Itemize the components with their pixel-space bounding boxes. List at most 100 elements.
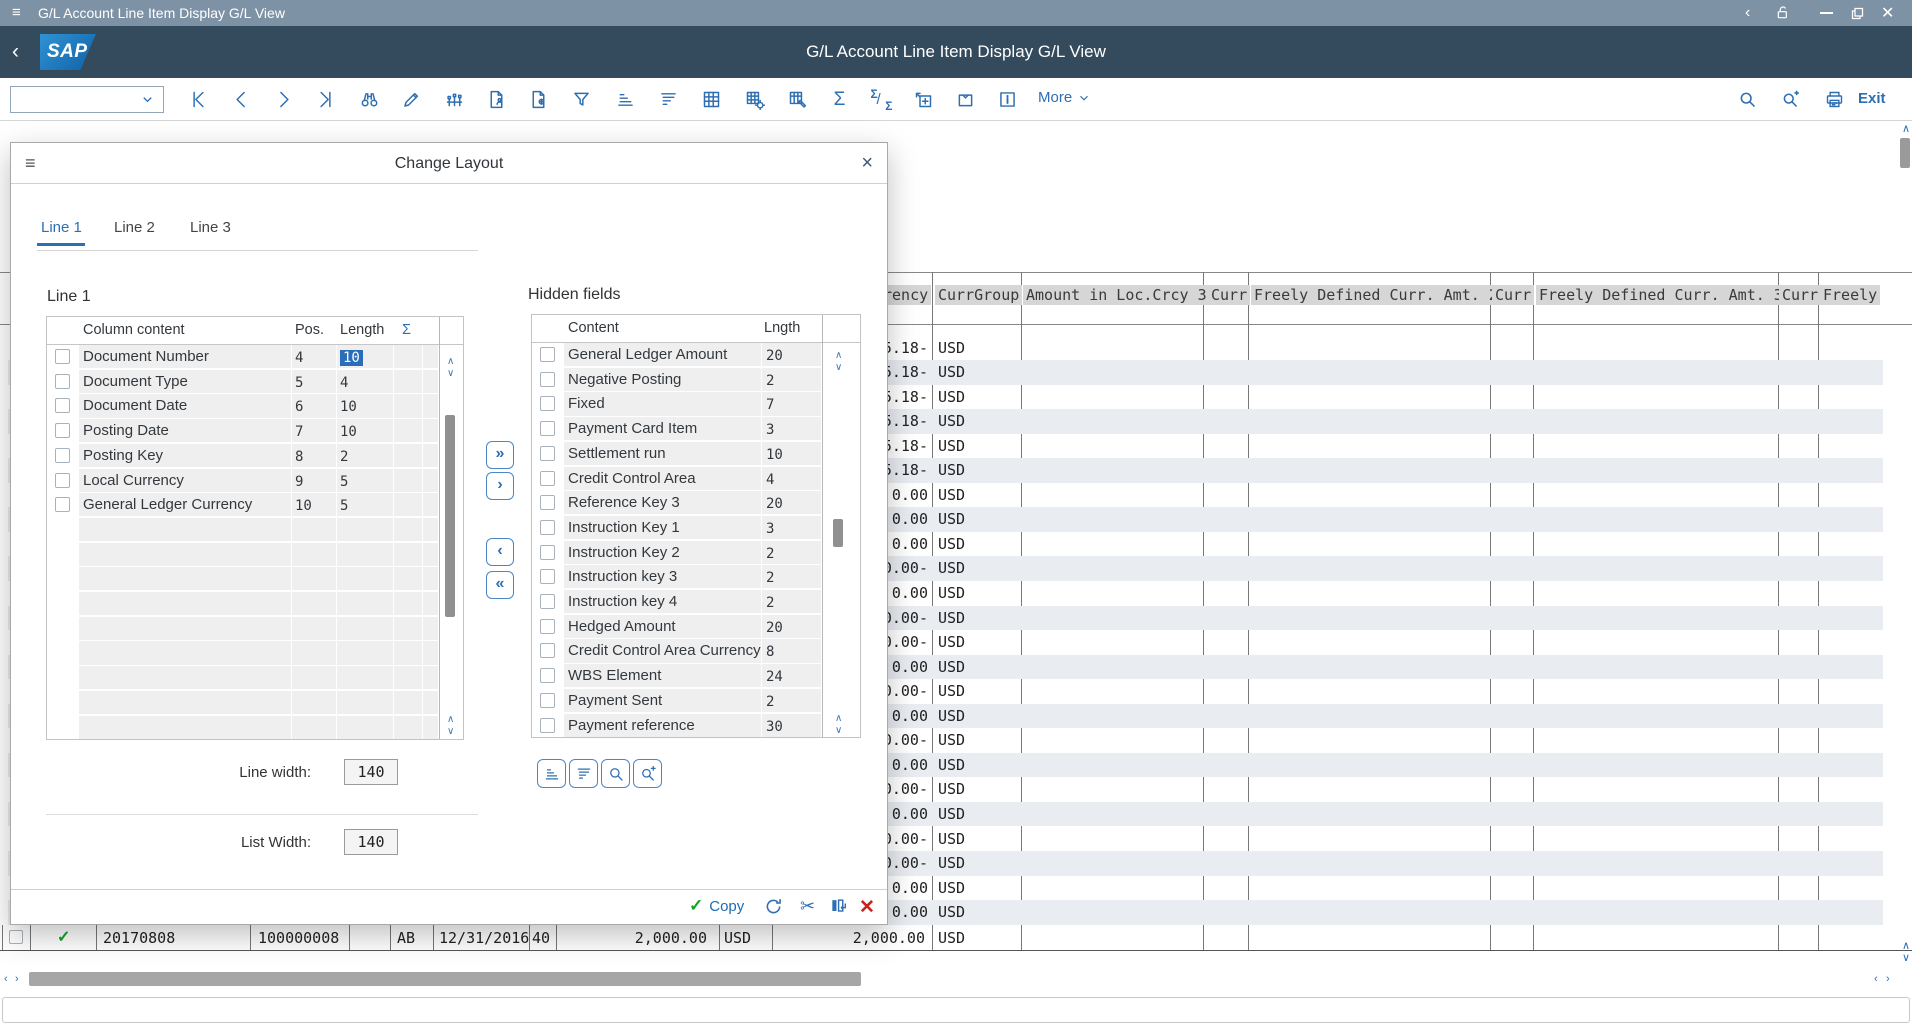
first-page-icon[interactable]: [185, 86, 212, 113]
horizontal-scrollbar[interactable]: [29, 972, 861, 986]
collapse-icon[interactable]: ‹: [1745, 0, 1750, 26]
row-checkbox[interactable]: [9, 930, 23, 944]
next-page-icon[interactable]: [270, 86, 297, 113]
sort-descending-icon[interactable]: [655, 86, 682, 113]
unlock-icon[interactable]: [1775, 0, 1791, 26]
cut-button[interactable]: ✂: [800, 896, 815, 917]
display-variant-icon[interactable]: [441, 86, 468, 113]
table-settings-icon[interactable]: [741, 86, 768, 113]
close-icon[interactable]: ✕: [1881, 0, 1894, 26]
refresh-button[interactable]: [763, 896, 784, 917]
row-checkbox[interactable]: [540, 446, 555, 461]
length-value[interactable]: 10: [340, 399, 357, 415]
pos-value[interactable]: 5: [295, 375, 303, 391]
search-icon[interactable]: [1734, 86, 1761, 113]
scroll-up-icon[interactable]: ∧: [1902, 941, 1910, 952]
column-header[interactable]: Curr: [1492, 286, 1534, 304]
pos-value[interactable]: 9: [295, 474, 303, 490]
row-checkbox[interactable]: [540, 372, 555, 387]
row-checkbox[interactable]: [55, 473, 70, 488]
column-header-sum-icon[interactable]: Σ: [402, 322, 411, 338]
scroll-down-icon[interactable]: ∨: [447, 727, 454, 737]
move-left-button[interactable]: ‹: [486, 538, 514, 566]
row-checkbox[interactable]: [55, 448, 70, 463]
scroll-down-icon[interactable]: ∨: [835, 726, 842, 736]
row-checkbox[interactable]: [55, 374, 70, 389]
pos-value[interactable]: 4: [295, 350, 303, 366]
more-button[interactable]: More: [1038, 89, 1091, 106]
accept-entry-icon[interactable]: [952, 86, 979, 113]
row-checkbox[interactable]: [540, 693, 555, 708]
restore-icon[interactable]: [1850, 0, 1865, 26]
row-checkbox[interactable]: [540, 495, 555, 510]
length-value[interactable]: 2: [340, 449, 348, 465]
scroll-up-icon[interactable]: ∧: [447, 715, 454, 725]
row-checkbox[interactable]: [540, 421, 555, 436]
pos-value[interactable]: 8: [295, 449, 303, 465]
length-value[interactable]: 5: [340, 474, 348, 490]
scroll-down-icon[interactable]: ∨: [1902, 953, 1910, 964]
table-scrollbar[interactable]: [445, 415, 455, 617]
search-button[interactable]: [601, 759, 630, 788]
tab-line-1[interactable]: Line 1: [41, 219, 82, 236]
sum-icon[interactable]: Σ: [826, 86, 853, 113]
menu-icon[interactable]: ≡: [12, 4, 21, 22]
edit-icon[interactable]: [398, 86, 425, 113]
scroll-up-icon[interactable]: ∧: [835, 714, 842, 724]
pos-value[interactable]: 10: [295, 498, 312, 514]
move-all-right-button[interactable]: »: [486, 441, 514, 469]
table-layout-icon[interactable]: [784, 86, 811, 113]
sort-ascending-button[interactable]: [537, 759, 566, 788]
column-header[interactable]: Amount in Loc.Crcy 3: [1023, 286, 1210, 304]
scroll-down-icon[interactable]: ∨: [447, 369, 454, 379]
pos-value[interactable]: 6: [295, 399, 303, 415]
print-icon[interactable]: [1821, 86, 1848, 113]
length-value[interactable]: 10: [340, 350, 363, 366]
file-export-icon[interactable]: [483, 86, 510, 113]
subtotal-icon[interactable]: Σ/Σ: [868, 86, 895, 113]
sort-descending-button[interactable]: [569, 759, 598, 788]
row-checkbox[interactable]: [540, 668, 555, 683]
column-header[interactable]: Curr: [1779, 286, 1821, 304]
file-send-icon[interactable]: [525, 86, 552, 113]
copy-button[interactable]: ✓ Copy: [689, 896, 744, 916]
length-value[interactable]: 5: [340, 498, 348, 514]
info-icon[interactable]: [994, 86, 1021, 113]
row-checkbox[interactable]: [540, 471, 555, 486]
row-checkbox[interactable]: [540, 594, 555, 609]
column-header[interactable]: Curr: [1208, 286, 1250, 304]
row-checkbox[interactable]: [540, 545, 555, 560]
row-checkbox[interactable]: [55, 398, 70, 413]
minimize-icon[interactable]: [1820, 0, 1833, 26]
search-more-icon[interactable]: [1777, 86, 1804, 113]
find-icon[interactable]: [356, 86, 383, 113]
move-right-button[interactable]: ›: [486, 472, 514, 500]
row-checkbox[interactable]: [540, 619, 555, 634]
row-checkbox[interactable]: [540, 569, 555, 584]
row-checkbox[interactable]: [55, 497, 70, 512]
tab-line-2[interactable]: Line 2: [114, 219, 155, 236]
last-page-icon[interactable]: [312, 86, 339, 113]
spreadsheet-icon[interactable]: [698, 86, 725, 113]
row-checkbox[interactable]: [540, 347, 555, 362]
column-header[interactable]: Freely Defined Curr. Amt. 3: [1536, 286, 1786, 304]
scroll-right-icon[interactable]: ›: [1886, 974, 1890, 985]
scroll-right-icon[interactable]: ›: [15, 974, 19, 985]
paste-columns-button[interactable]: [829, 896, 849, 916]
scroll-up-icon[interactable]: ∧: [447, 357, 454, 367]
sort-ascending-icon[interactable]: [612, 86, 639, 113]
column-header[interactable]: Freely Defined Curr. Amt. 2: [1251, 286, 1501, 304]
row-checkbox[interactable]: [540, 643, 555, 658]
column-header[interactable]: Freely: [1820, 286, 1880, 304]
row-checkbox[interactable]: [540, 396, 555, 411]
move-all-left-button[interactable]: «: [486, 571, 514, 599]
scroll-left-icon[interactable]: ‹: [1874, 974, 1878, 985]
column-header[interactable]: CurrGroup: [935, 286, 1022, 304]
vertical-scrollbar[interactable]: [1900, 138, 1910, 168]
list-width-field[interactable]: 140: [344, 829, 398, 855]
row-checkbox[interactable]: [540, 520, 555, 535]
add-entry-icon[interactable]: [910, 86, 937, 113]
length-value[interactable]: 4: [340, 375, 348, 391]
dialog-close-icon[interactable]: ×: [861, 151, 873, 175]
row-checkbox[interactable]: [55, 423, 70, 438]
